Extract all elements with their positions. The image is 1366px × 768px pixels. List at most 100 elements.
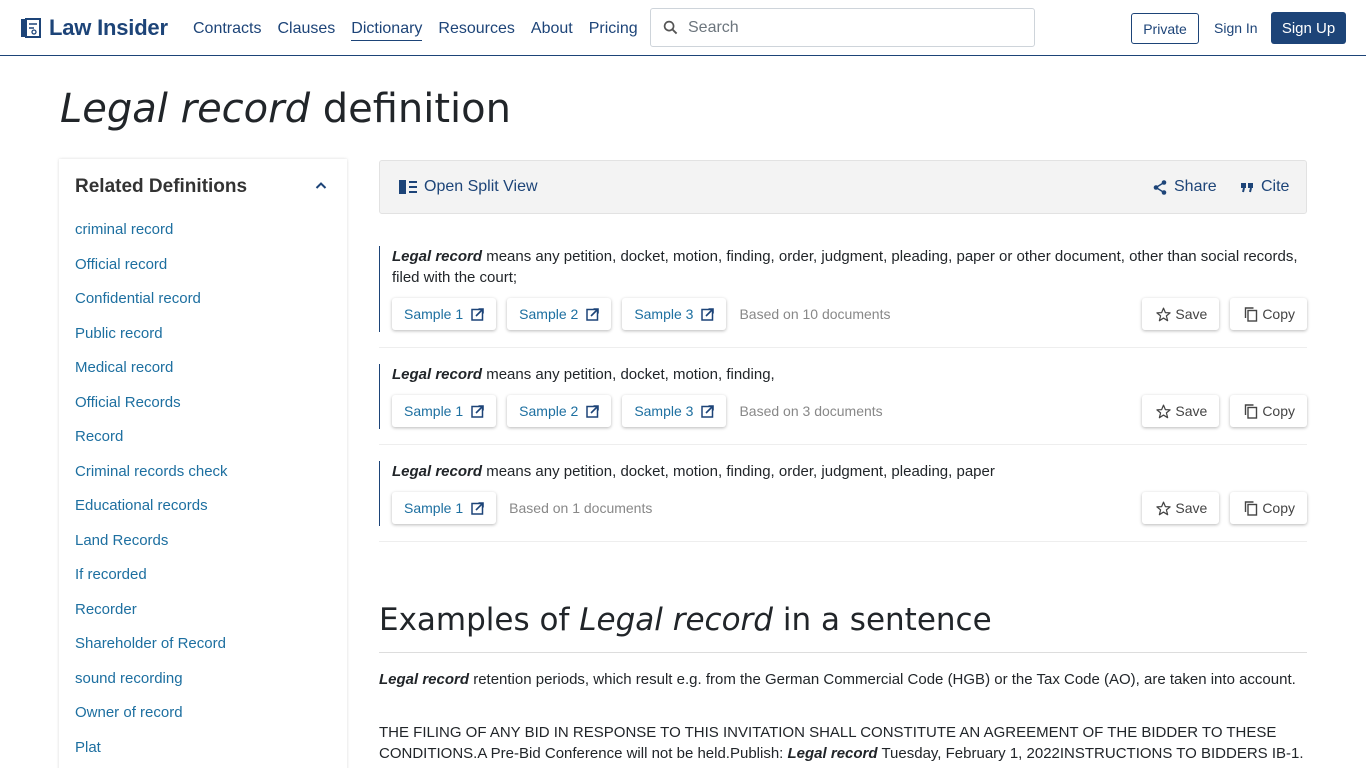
- save-button[interactable]: Save: [1142, 298, 1220, 330]
- search-input[interactable]: [688, 18, 1008, 37]
- nav-dictionary[interactable]: Dictionary: [351, 20, 423, 41]
- nav-pricing[interactable]: Pricing: [589, 20, 638, 41]
- share-label: Share: [1174, 178, 1217, 195]
- examples-heading-term: Legal record: [579, 602, 773, 638]
- page-title: Legal record definition: [60, 86, 511, 132]
- copy-button[interactable]: Copy: [1230, 395, 1307, 427]
- nav-resources[interactable]: Resources: [438, 20, 514, 41]
- sample-1-button[interactable]: Sample 1: [392, 298, 497, 330]
- sample-1-button[interactable]: Sample 1: [392, 492, 497, 524]
- based-on-count: Based on 10 documents: [739, 306, 891, 322]
- definition-text: Legal record means any petition, docket,…: [392, 461, 1307, 482]
- definition-accent-bar: [379, 364, 380, 429]
- nav-clauses[interactable]: Clauses: [277, 20, 335, 41]
- based-on-count: Based on 3 documents: [739, 403, 883, 419]
- related-definition-link[interactable]: Plat: [75, 739, 228, 768]
- related-definition-link[interactable]: Land Records: [75, 532, 228, 567]
- copy-icon: [1245, 306, 1258, 322]
- definition-entry: Legal record means any petition, docket,…: [379, 364, 1307, 445]
- examples-divider: [379, 652, 1307, 653]
- definition-actions: Save Copy: [1131, 298, 1307, 330]
- examples-heading: Examples of Legal record in a sentence: [379, 602, 992, 638]
- definition-body: means any petition, docket, motion, find…: [482, 366, 775, 383]
- star-icon: [1156, 501, 1172, 515]
- save-button[interactable]: Save: [1142, 492, 1220, 524]
- definition-entry: Legal record means any petition, docket,…: [379, 246, 1307, 348]
- example-text-after: Tuesday, February 1, 2022INSTRUCTIONS TO…: [877, 745, 1304, 762]
- related-definition-link[interactable]: Confidential record: [75, 290, 228, 325]
- definition-accent-bar: [379, 461, 380, 526]
- nav-about[interactable]: About: [531, 20, 573, 41]
- definition-term: Legal record: [392, 463, 483, 480]
- logo[interactable]: Law Insider: [19, 15, 168, 41]
- related-definition-link[interactable]: Shareholder of Record: [75, 635, 228, 670]
- related-definition-link[interactable]: criminal record: [75, 221, 228, 256]
- page-title-suffix: definition: [309, 86, 511, 132]
- quote-icon: [1241, 182, 1253, 192]
- sample-buttons: Sample 1 Based on 1 documents: [392, 492, 652, 524]
- share-button[interactable]: Share: [1153, 178, 1217, 196]
- star-icon: [1156, 307, 1172, 321]
- external-link-icon: [471, 307, 484, 321]
- related-definition-link[interactable]: sound recording: [75, 670, 228, 705]
- external-link-icon: [701, 307, 715, 321]
- page-title-term: Legal record: [60, 86, 310, 132]
- sign-in-link[interactable]: Sign In: [1214, 20, 1258, 36]
- related-definition-link[interactable]: Recorder: [75, 601, 228, 636]
- save-label: Save: [1175, 403, 1208, 419]
- related-definition-link[interactable]: Record: [75, 428, 228, 463]
- related-definition-link[interactable]: Medical record: [75, 359, 228, 394]
- sign-up-button[interactable]: Sign Up: [1271, 12, 1346, 44]
- related-definition-link[interactable]: If recorded: [75, 566, 228, 601]
- sample-3-button[interactable]: Sample 3: [622, 395, 727, 427]
- example-sentence: Legal record retention periods, which re…: [379, 669, 1307, 690]
- copy-button[interactable]: Copy: [1230, 492, 1307, 524]
- definition-body: means any petition, docket, motion, find…: [482, 463, 995, 480]
- related-definition-link[interactable]: Owner of record: [75, 704, 228, 739]
- definition-entry: Legal record means any petition, docket,…: [379, 461, 1307, 542]
- based-on-count: Based on 1 documents: [509, 500, 653, 516]
- top-header: Law Insider Contracts Clauses Dictionary…: [0, 0, 1366, 56]
- search-box[interactable]: [650, 8, 1035, 47]
- logo-book-icon: [21, 18, 41, 38]
- sample-2-button[interactable]: Sample 2: [507, 298, 612, 330]
- related-definition-link[interactable]: Criminal records check: [75, 463, 228, 498]
- sample-2-button[interactable]: Sample 2: [507, 395, 612, 427]
- cite-button[interactable]: Cite: [1241, 178, 1289, 196]
- external-link-icon: [586, 307, 600, 321]
- definition-actions: Save Copy: [1131, 395, 1307, 427]
- example-sentence: THE FILING OF ANY BID IN RESPONSE TO THI…: [379, 722, 1307, 764]
- copy-icon: [1245, 403, 1258, 419]
- star-icon: [1156, 404, 1172, 418]
- sample-1-button[interactable]: Sample 1: [392, 395, 497, 427]
- open-split-view-button[interactable]: Open Split View: [399, 178, 538, 196]
- external-link-icon: [701, 404, 715, 418]
- external-link-icon: [471, 404, 484, 418]
- related-definition-link[interactable]: Educational records: [75, 497, 228, 532]
- definition-term: Legal record: [392, 366, 483, 383]
- split-view-icon: [399, 180, 417, 194]
- save-button[interactable]: Save: [1142, 395, 1220, 427]
- related-definition-link[interactable]: Official Records: [75, 394, 228, 429]
- example-term: Legal record: [787, 745, 878, 762]
- main-nav: Contracts Clauses Dictionary Resources A…: [193, 20, 654, 41]
- sample-label: Sample 2: [519, 306, 579, 322]
- related-definition-link[interactable]: Public record: [75, 325, 228, 360]
- definition-accent-bar: [379, 246, 380, 332]
- sample-label: Sample 1: [404, 500, 464, 516]
- sample-buttons: Sample 1 Sample 2 Sample 3 Based on 3 do…: [392, 395, 883, 427]
- sample-3-button[interactable]: Sample 3: [622, 298, 727, 330]
- examples-heading-prefix: Examples of: [379, 602, 580, 638]
- open-split-view-label: Open Split View: [424, 178, 538, 195]
- chevron-up-icon[interactable]: [315, 181, 327, 191]
- nav-contracts[interactable]: Contracts: [193, 20, 261, 41]
- sample-label: Sample 1: [404, 403, 464, 419]
- private-button[interactable]: Private: [1131, 13, 1199, 44]
- definition-body: means any petition, docket, motion, find…: [392, 248, 1298, 286]
- related-definition-link[interactable]: Official record: [75, 256, 228, 291]
- copy-label: Copy: [1262, 306, 1295, 322]
- definition-text: Legal record means any petition, docket,…: [392, 246, 1307, 288]
- copy-button[interactable]: Copy: [1230, 298, 1307, 330]
- related-definitions-panel: Related Definitions criminal record Offi…: [59, 159, 347, 768]
- cite-label: Cite: [1261, 178, 1290, 195]
